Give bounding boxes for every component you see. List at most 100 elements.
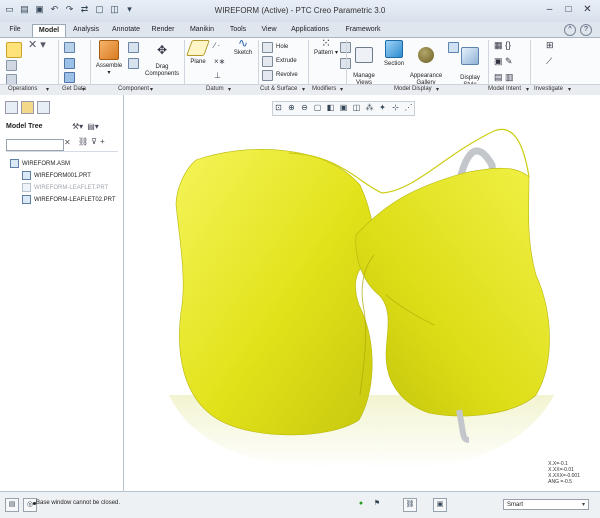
tree-item-label: WIREFORM-LEAFLET02.PRT — [34, 196, 116, 203]
collapse-ribbon-icon[interactable]: ^ — [564, 24, 576, 36]
extrude-button[interactable]: Extrude — [262, 56, 297, 67]
show-browser-icon[interactable]: ◎ — [23, 498, 37, 512]
tab-model[interactable]: Model — [32, 24, 66, 37]
manage-views-button[interactable]: Manage Views — [348, 40, 380, 87]
tree-item-part[interactable]: WIREFORM001.PRT — [22, 171, 91, 180]
reference-viewer-button[interactable]: ⊞ — [546, 41, 554, 51]
user-defined-feature-button[interactable] — [64, 42, 75, 56]
extrude-label: Extrude — [276, 58, 297, 64]
section-icon — [385, 40, 403, 58]
family-table-icon: ▤ ▥ — [494, 72, 514, 82]
hole-button[interactable]: Hole — [262, 42, 288, 53]
tree-item-part[interactable]: WIREFORM-LEAFLET.PRT — [22, 183, 108, 192]
create-component-icon — [128, 42, 139, 53]
window-title: WIREFORM (Active) - PTC Creo Parametric … — [214, 6, 386, 15]
tree-item-part[interactable]: WIREFORM-LEAFLET02.PRT — [22, 195, 116, 204]
assembly-icon — [10, 159, 19, 168]
folder-browser-tab-icon[interactable] — [21, 101, 34, 114]
pattern-label: Pattern — [313, 50, 334, 56]
regenerate-button[interactable] — [6, 42, 22, 61]
chevron-down-icon: ▾ — [581, 502, 585, 508]
find-icon[interactable]: ⛓ — [403, 498, 417, 512]
status-bar: ▤ ◎ Base window cannot be closed. ● ⚑ ⛓ … — [0, 491, 600, 518]
axis-button[interactable]: ∕ · — [214, 42, 220, 51]
add-column-icon[interactable]: + — [100, 137, 105, 146]
model-tree-tab-icon[interactable] — [5, 101, 18, 114]
pattern-button[interactable]: ⁙ Pattern ▾ — [312, 37, 340, 57]
tab-tools[interactable]: Tools — [226, 24, 250, 36]
display-style-button[interactable]: Display Style — [456, 40, 484, 89]
create-button[interactable] — [128, 42, 139, 56]
group-datum[interactable]: Datum — [206, 86, 224, 92]
group-model-display[interactable]: Model Display — [394, 86, 432, 92]
sketch-button[interactable]: ∿ Sketch — [232, 37, 254, 57]
tab-manikin[interactable]: Manikin — [186, 24, 218, 36]
sketch-icon: ∿ — [237, 36, 249, 50]
pattern-icon: ⁙ — [320, 36, 332, 50]
filter-icon[interactable]: ⊽ — [91, 137, 97, 146]
favorites-tab-icon[interactable] — [37, 101, 50, 114]
csys-icon: ⊥ — [214, 71, 221, 80]
tab-render[interactable]: Render — [148, 24, 178, 36]
tree-settings-icon[interactable]: ⚒▾ — [72, 122, 83, 131]
delete-button[interactable]: ✕ ▾ — [28, 39, 46, 51]
point-button[interactable]: ×∗ — [214, 58, 225, 67]
appearance-gallery-button[interactable]: Appearance Gallery — [408, 40, 444, 87]
group-cut-surface[interactable]: Cut & Surface — [260, 86, 297, 92]
drag-components-button[interactable]: ✥ Drag Components — [140, 40, 184, 78]
family-table-button[interactable]: ▤ ▥ — [494, 72, 514, 83]
leaflet-right — [355, 167, 550, 417]
repeat-button[interactable] — [128, 58, 139, 72]
plane-button[interactable]: Plane — [186, 40, 210, 66]
assemble-icon — [99, 40, 119, 60]
repeat-icon — [128, 58, 139, 69]
find-icon[interactable]: ⛓ — [78, 137, 88, 146]
group-model-intent[interactable]: Model Intent — [488, 86, 521, 92]
group-component[interactable]: Component — [118, 86, 149, 92]
selection-filter-dropdown[interactable]: Smart ▾ — [503, 499, 589, 510]
copy-geometry-icon — [64, 58, 75, 69]
sketch-label: Sketch — [233, 50, 253, 56]
tab-framework[interactable]: Framework — [340, 24, 386, 36]
drag-components-label: Drag Components — [144, 64, 180, 77]
copy-geometry-button[interactable] — [64, 58, 75, 72]
selection-filter-value: Smart — [507, 502, 524, 508]
relations-button[interactable]: ▣ ✎ — [494, 57, 513, 67]
drag-components-icon: ✥ — [156, 43, 168, 57]
tab-analysis[interactable]: Analysis — [68, 24, 104, 36]
tree-item-label: WIREFORM001.PRT — [34, 172, 91, 179]
graphics-window[interactable]: ⊡ ⊕ ⊖ ▢ ◧ ▣ ◫ ⁂ ✦ ⊹ ⋰ X.X=-0.1 X.XX=-0.0… — [124, 95, 600, 491]
maximize-button[interactable]: □ — [562, 3, 575, 16]
show-navigator-icon[interactable]: ▤ — [5, 498, 19, 512]
help-icon[interactable]: ? — [580, 24, 592, 36]
clear-search-icon[interactable]: ✕ — [64, 138, 71, 147]
selection-filter-icon[interactable]: ▣ — [433, 498, 447, 512]
tree-show-icon[interactable]: ▤▾ — [87, 122, 99, 131]
flag-icon[interactable]: ⚑ — [371, 498, 383, 510]
assemble-button[interactable]: Assemble ▾ — [94, 40, 124, 77]
tree-item-assembly[interactable]: WIREFORM.ASM — [10, 159, 70, 168]
x-icon: ✕ ▾ — [28, 39, 46, 51]
tab-applications[interactable]: Applications — [286, 24, 334, 36]
extrude-icon — [262, 56, 273, 67]
tab-annotate[interactable]: Annotate — [108, 24, 144, 36]
measure-button[interactable]: ⟋ — [546, 57, 552, 67]
divider — [6, 151, 118, 152]
tab-view[interactable]: View — [256, 24, 282, 36]
tree-item-label: WIREFORM-LEAFLET.PRT — [34, 184, 109, 191]
close-button[interactable]: ✕ — [581, 3, 594, 16]
model-tree-search-input[interactable] — [6, 139, 64, 151]
group-modifiers[interactable]: Modifiers — [312, 86, 336, 92]
group-operations[interactable]: Operations — [8, 86, 37, 92]
csys-button[interactable]: ⊥ — [214, 72, 221, 81]
minimize-button[interactable]: – — [543, 3, 556, 16]
group-investigate[interactable]: Investigate — [534, 86, 563, 92]
assemble-label: Assemble — [95, 63, 123, 69]
copy-button[interactable] — [6, 60, 17, 74]
plane-label: Plane — [190, 59, 206, 65]
parameters-button[interactable]: ▦ {} — [494, 41, 511, 51]
section-button[interactable]: Section — [382, 40, 406, 68]
revolve-button[interactable]: Revolve — [262, 70, 298, 81]
tab-file[interactable]: File — [4, 24, 26, 36]
plane-icon — [186, 40, 210, 56]
